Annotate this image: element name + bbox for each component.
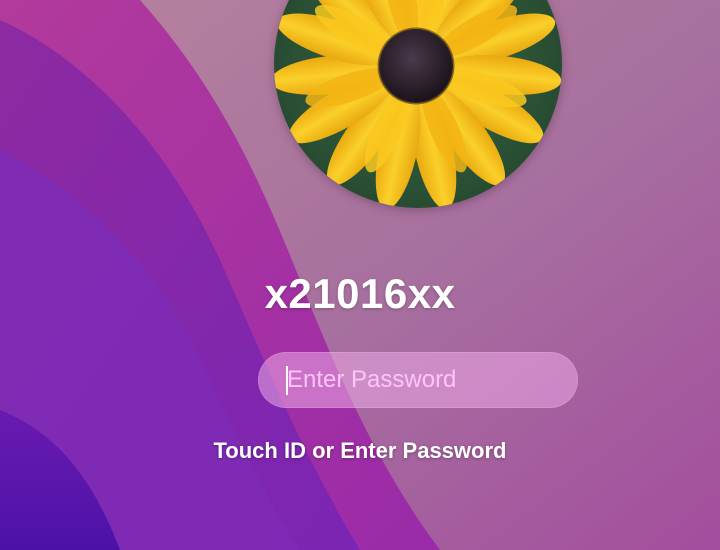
touch-id-hint: Touch ID or Enter Password xyxy=(213,438,507,463)
password-field-container xyxy=(258,352,578,408)
text-caret xyxy=(286,366,288,395)
username-label: x21016xx xyxy=(264,270,456,317)
password-input[interactable] xyxy=(258,352,578,408)
